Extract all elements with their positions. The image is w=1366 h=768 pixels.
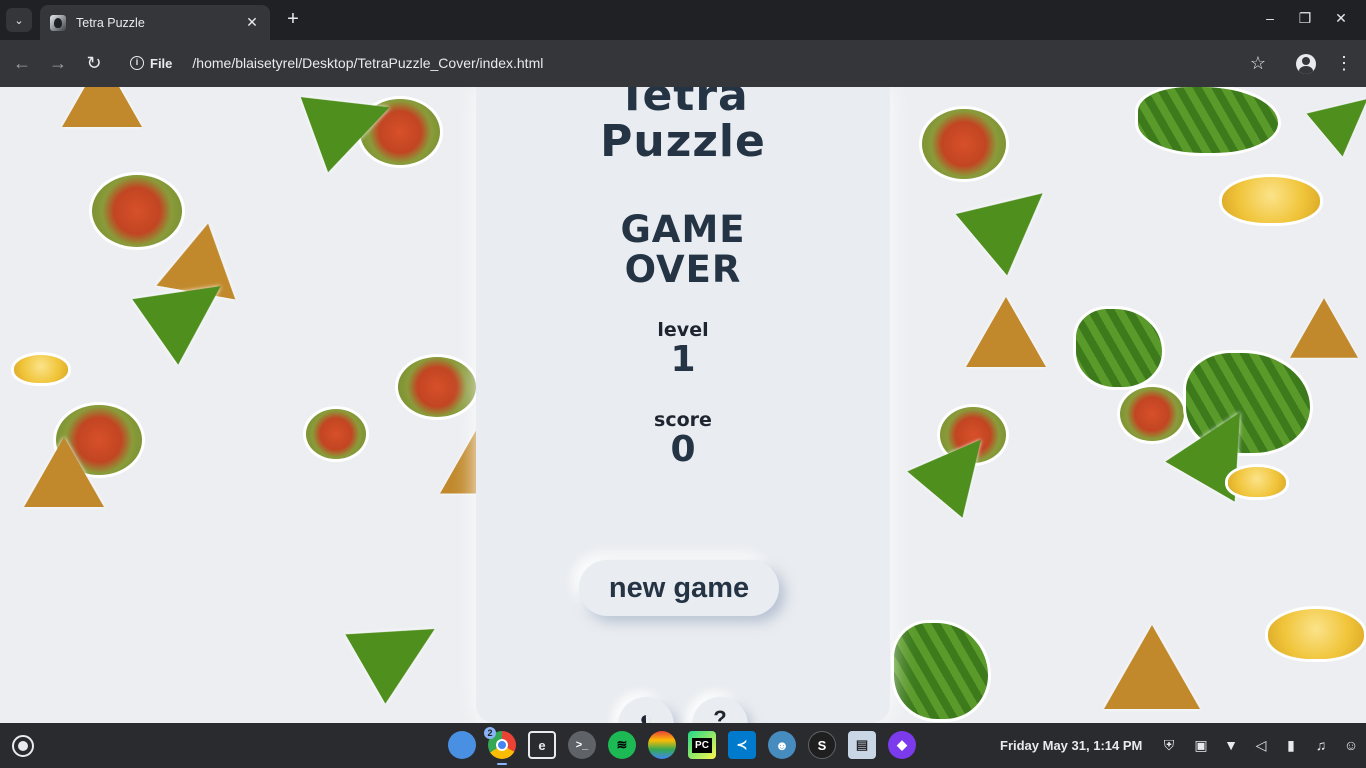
onigiri-sprite — [1290, 298, 1358, 358]
obsidian-app-icon[interactable]: ◆ — [888, 731, 916, 759]
page-viewport: Tetra Puzzle GAME OVER level 1 score 0 n… — [0, 87, 1366, 723]
leaf-wrap-sprite — [955, 162, 1069, 276]
game-title-line2: Puzzle — [600, 116, 766, 167]
tab-tetra-puzzle[interactable]: Tetra Puzzle ✕ — [40, 5, 270, 40]
score-value: 0 — [670, 429, 696, 470]
url-text[interactable]: /home/blaisetyrel/Desktop/TetraPuzzle_Co… — [192, 55, 543, 71]
vscode-app-icon[interactable]: ≺ — [728, 731, 756, 759]
account-icon[interactable]: ☺ — [1342, 736, 1360, 754]
help-icon[interactable]: ? — [692, 697, 748, 723]
notification-bell-icon[interactable]: ♫ — [1312, 736, 1330, 754]
onigiri-sprite — [62, 87, 142, 127]
files-app-icon[interactable] — [448, 731, 476, 759]
game-title-line1: Tetra — [617, 87, 749, 121]
skewer-sprite — [398, 357, 476, 417]
game-title: Tetra Puzzle — [476, 87, 890, 165]
pycharm-app-icon[interactable]: PC — [688, 731, 716, 759]
rice-cake-sprite — [1228, 467, 1286, 497]
tab-close-icon[interactable]: ✕ — [244, 14, 260, 31]
text-editor-app-icon[interactable]: e — [528, 731, 556, 759]
wifi-icon[interactable]: ▼ — [1222, 736, 1240, 754]
skewer-sprite — [306, 409, 366, 459]
chrome-center-icon — [496, 739, 508, 751]
game-over-line1: GAME — [620, 208, 746, 251]
leaf-roll-sprite — [1138, 87, 1278, 153]
onigiri-sprite — [966, 297, 1046, 367]
info-icon: i — [130, 56, 144, 70]
spotify-app-icon[interactable]: ≋ — [608, 731, 636, 759]
chrome-window-count-badge: 2 — [484, 727, 496, 739]
leaf-wrap-sprite — [1306, 87, 1366, 157]
browser-toolbar: ← → ↻ i File /home/blaisetyrel/Desktop/T… — [0, 40, 1366, 87]
godot-app-icon[interactable]: ☻ — [768, 731, 796, 759]
tab-search-chevron-icon[interactable]: ⌄ — [6, 8, 32, 32]
pycharm-label: PC — [692, 737, 712, 753]
video-app-icon[interactable]: ▤ — [848, 731, 876, 759]
battery-icon[interactable]: ▮ — [1282, 736, 1300, 754]
profile-icon — [1296, 54, 1316, 74]
tab-favicon-icon — [50, 14, 66, 31]
game-over-line2: OVER — [624, 248, 742, 291]
level-value: 1 — [670, 339, 696, 380]
minimize-button[interactable]: – — [1260, 10, 1280, 26]
site-label: File — [150, 55, 173, 71]
clipboard-icon[interactable]: ▣ — [1192, 736, 1210, 754]
back-button[interactable]: ← — [10, 52, 34, 76]
chrome-app-icon[interactable]: 2 — [484, 727, 516, 765]
volume-icon[interactable]: ◁ — [1252, 736, 1270, 754]
onigiri-sprite — [24, 437, 104, 507]
site-info-button[interactable]: i File — [130, 56, 172, 71]
launcher-icon[interactable] — [12, 735, 34, 757]
terminal-app-icon[interactable]: >_ — [568, 731, 596, 759]
game-over-heading: GAME OVER — [476, 210, 890, 290]
leaf-roll-sprite — [894, 623, 988, 719]
profile-avatar[interactable] — [1294, 52, 1318, 76]
forward-button[interactable]: → — [46, 52, 70, 76]
tab-strip: ⌄ Tetra Puzzle ✕ + – ❐ ✕ — [0, 0, 1366, 40]
address-bar[interactable]: i File /home/blaisetyrel/Desktop/TetraPu… — [120, 46, 1270, 80]
bookmark-star-icon[interactable]: ☆ — [1246, 52, 1270, 76]
rice-cake-sprite — [14, 355, 68, 383]
s-app-icon[interactable]: S — [808, 731, 836, 759]
browser-menu-icon[interactable]: ⋮ — [1332, 52, 1356, 76]
skewer-sprite — [1120, 387, 1184, 441]
rice-cake-sprite — [1222, 177, 1320, 223]
leaf-roll-sprite — [1076, 309, 1162, 387]
restore-button[interactable]: ❐ — [1295, 10, 1315, 27]
active-indicator — [497, 763, 507, 765]
new-game-button[interactable]: new game — [579, 560, 779, 616]
skewer-sprite — [922, 109, 1006, 179]
theme-toggle-icon[interactable]: ◐ — [618, 697, 674, 723]
onigiri-sprite — [1104, 625, 1200, 709]
tab-title: Tetra Puzzle — [76, 15, 145, 30]
close-window-button[interactable]: ✕ — [1331, 10, 1351, 27]
score-label: score — [654, 409, 712, 431]
date-time[interactable]: Friday May 31, 1:14 PM — [1000, 738, 1142, 753]
layers-app-icon[interactable] — [648, 731, 676, 759]
level-label: level — [657, 319, 709, 341]
leaf-wrap-sprite — [345, 594, 455, 704]
rice-cake-sprite — [1268, 609, 1364, 659]
os-shelf: 2 e >_ ≋ PC ≺ ☻ S ▤ ◆ Friday May 31, 1:1… — [0, 723, 1366, 768]
game-panel: Tetra Puzzle GAME OVER level 1 score 0 n… — [476, 87, 890, 723]
vpn-shield-icon[interactable]: ⛨ — [1160, 736, 1178, 754]
reload-button[interactable]: ↻ — [82, 52, 106, 76]
new-tab-button[interactable]: + — [282, 8, 304, 30]
